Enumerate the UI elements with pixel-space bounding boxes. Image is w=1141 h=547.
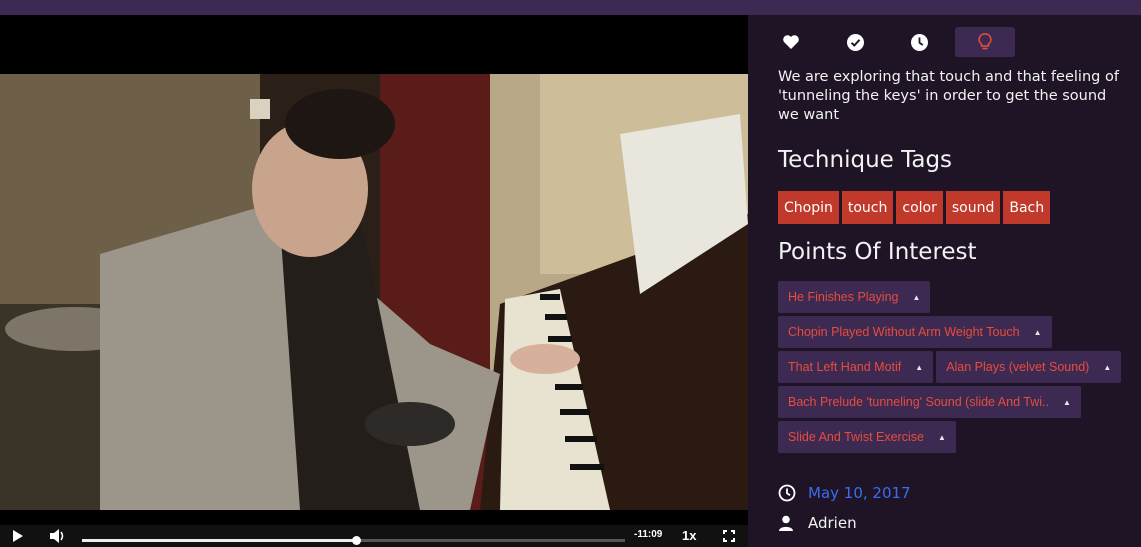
volume-icon xyxy=(50,529,64,543)
volume-button[interactable] xyxy=(49,529,67,543)
caret-up-icon: ▲ xyxy=(912,292,921,302)
seek-bar-fill xyxy=(82,539,356,542)
video-controls: -11:09 1x xyxy=(0,525,748,547)
play-button[interactable] xyxy=(10,529,26,543)
clock-outline-icon xyxy=(778,484,796,502)
person-icon xyxy=(779,515,793,531)
fullscreen-button[interactable] xyxy=(722,530,736,542)
point-of-interest-label: Slide And Twist Exercise xyxy=(788,430,924,444)
point-of-interest[interactable]: Chopin Played Without Arm Weight Touch ▲ xyxy=(778,316,1052,348)
clock-icon xyxy=(910,33,928,51)
technique-tag[interactable]: Chopin xyxy=(778,191,839,224)
point-of-interest[interactable]: Slide And Twist Exercise ▲ xyxy=(778,421,956,453)
technique-tag[interactable]: sound xyxy=(945,191,1001,224)
play-icon xyxy=(13,530,23,542)
lightbulb-icon xyxy=(978,33,992,50)
playback-speed-button[interactable]: 1x xyxy=(682,528,696,543)
video-description: We are exploring that touch and that fee… xyxy=(778,69,1119,123)
points-of-interest-list: He Finishes Playing ▲ Chopin Played Withou… xyxy=(778,281,1138,456)
time-remaining: -11:09 xyxy=(634,529,663,540)
point-of-interest-label: That Left Hand Motif xyxy=(788,360,902,374)
technique-tag[interactable]: touch xyxy=(841,191,894,224)
caret-up-icon: ▲ xyxy=(1033,327,1042,337)
check-circle-icon xyxy=(846,33,864,51)
author-row: Adrien xyxy=(778,514,857,532)
points-of-interest-title: Points Of Interest xyxy=(778,239,977,265)
complete-button[interactable] xyxy=(840,27,870,57)
caret-up-icon: ▲ xyxy=(937,432,946,442)
technique-tag[interactable]: color xyxy=(896,191,943,224)
insight-button[interactable] xyxy=(955,27,1015,57)
point-of-interest[interactable]: Bach Prelude 'tunneling' Sound (slide An… xyxy=(778,386,1081,418)
top-bar xyxy=(0,0,1141,15)
date-row: May 10, 2017 xyxy=(778,484,911,502)
video-frame-image xyxy=(0,74,748,510)
heart-icon xyxy=(783,35,799,49)
point-of-interest-label: He Finishes Playing xyxy=(788,290,899,304)
caret-up-icon: ▲ xyxy=(1062,397,1071,407)
watch-later-button[interactable] xyxy=(904,27,934,57)
seek-bar[interactable] xyxy=(82,536,625,545)
caret-up-icon: ▲ xyxy=(915,362,924,372)
point-of-interest-label: Alan Plays (velvet Sound) xyxy=(946,360,1090,374)
sidebar: We are exploring that touch and that fee… xyxy=(748,15,1141,547)
point-of-interest-label: Bach Prelude 'tunneling' Sound (slide An… xyxy=(788,395,1049,409)
favorite-button[interactable] xyxy=(776,27,806,57)
fullscreen-icon xyxy=(723,530,735,542)
technique-tags-list: Chopin touch color sound Bach xyxy=(778,191,1053,224)
technique-tag[interactable]: Bach xyxy=(1003,191,1051,224)
technique-tags-title: Technique Tags xyxy=(778,147,953,173)
video-frame[interactable] xyxy=(0,74,748,510)
seek-bar-handle[interactable] xyxy=(352,536,361,545)
action-icons xyxy=(776,27,1049,57)
video-player[interactable] xyxy=(0,15,748,547)
caret-up-icon: ▲ xyxy=(1103,362,1112,372)
point-of-interest-label: Chopin Played Without Arm Weight Touch xyxy=(788,325,1020,339)
date-link[interactable]: May 10, 2017 xyxy=(808,484,911,502)
point-of-interest[interactable]: Alan Plays (velvet Sound) ▲ xyxy=(936,351,1122,383)
point-of-interest[interactable]: He Finishes Playing ▲ xyxy=(778,281,931,313)
point-of-interest[interactable]: That Left Hand Motif ▲ xyxy=(778,351,934,383)
author-name: Adrien xyxy=(808,514,857,532)
